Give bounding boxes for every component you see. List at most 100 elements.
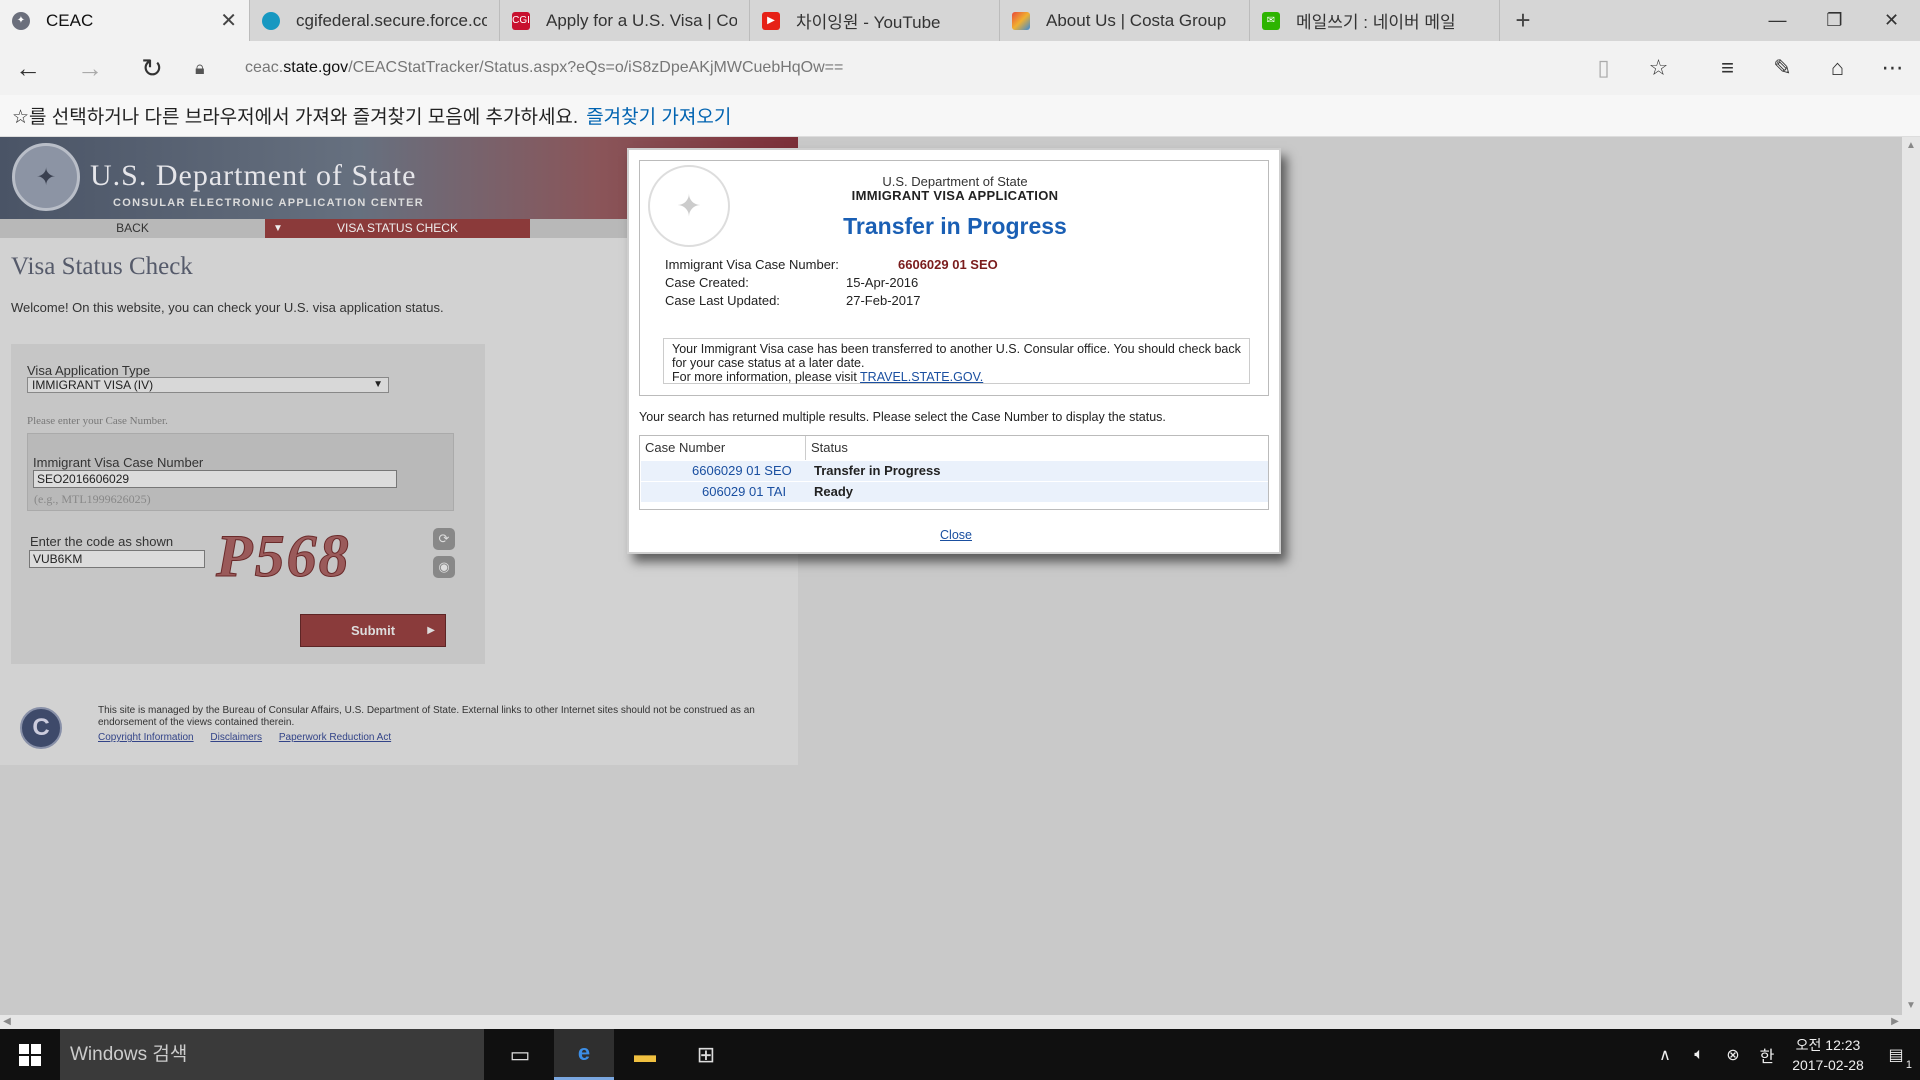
tab-naver-mail[interactable]: ✉ 메일쓰기 : 네이버 메일	[1250, 0, 1500, 41]
submit-button[interactable]: Submit ▶	[300, 614, 446, 647]
back-button[interactable]: ←	[2, 41, 54, 95]
windows-logo-icon	[19, 1043, 41, 1066]
import-favorites-link[interactable]: 즐겨찾기 가져오기	[586, 102, 731, 129]
close-tab-icon[interactable]: ✕	[220, 8, 237, 33]
chevron-down-icon: ▼	[373, 379, 383, 390]
notification-count: 1	[1905, 1058, 1912, 1071]
url-domain: state.gov	[283, 59, 349, 76]
url-path: /CEACStatTracker/Status.aspx?eQs=o/iS8zD…	[348, 59, 844, 76]
case-number-header: Case Number	[645, 440, 726, 455]
audio-captcha-icon[interactable]: ◉	[433, 556, 455, 578]
new-tab-button[interactable]: +	[1500, 0, 1546, 41]
welcome-text: Welcome! On this website, you can check …	[11, 300, 444, 315]
start-button[interactable]	[0, 1029, 60, 1080]
tab-title: cgifederal.secure.force.com	[296, 10, 487, 30]
clock[interactable]: 오전 12:23 2017-02-28	[1784, 1035, 1872, 1075]
tab-title: 차이잉원 - YouTube	[796, 13, 941, 32]
captcha-input[interactable]: VUB6KM	[29, 550, 205, 568]
costa-icon	[1012, 11, 1030, 30]
site-dept-title: U.S. Department of State	[90, 159, 417, 192]
navigation-bar: ← → ↻ 🔒︎ ceac. state.gov/CEACStatTracker/…	[0, 41, 1920, 95]
case-updated-label: Case Last Updated:	[665, 293, 780, 308]
refresh-button[interactable]: ↻	[126, 41, 178, 95]
case-number-label: Immigrant Visa Case Number:	[665, 257, 839, 272]
window-controls: — ❐ ✕	[1749, 0, 1920, 41]
site-center-name: CONSULAR ELECTRONIC APPLICATION CENTER	[113, 197, 424, 209]
reading-view-icon[interactable]: ▯	[1576, 55, 1631, 81]
toolbar-right: ▯ ☆ ≡ ✎ ⌂ ⋯	[1576, 41, 1920, 95]
web-note-icon[interactable]: ✎	[1755, 55, 1810, 81]
travel-state-gov-link[interactable]: TRAVEL.STATE.GOV.	[860, 370, 983, 384]
share-icon[interactable]: ⌂	[1810, 55, 1865, 81]
action-center-icon[interactable]: ▤ 1	[1872, 1045, 1920, 1071]
copyright-link[interactable]: Copyright Information	[98, 732, 194, 743]
case-number-link[interactable]: 606029 01 TAI	[702, 482, 786, 502]
horizontal-scrollbar[interactable]: ◀ ▶	[0, 1015, 1920, 1029]
file-explorer-icon[interactable]: ▬	[615, 1029, 675, 1080]
hub-icon[interactable]: ≡	[1700, 55, 1755, 81]
visa-type-select[interactable]: IMMIGRANT VISA (IV) ▼	[27, 377, 389, 393]
store-icon[interactable]: ⊞	[676, 1029, 736, 1080]
clock-date: 2017-02-28	[1792, 1056, 1864, 1073]
chevron-up-icon[interactable]: ∧	[1648, 1045, 1682, 1065]
vertical-scrollbar[interactable]: ▲ ▼	[1902, 137, 1920, 1015]
address-bar[interactable]: 🔒︎ ceac. state.gov/CEACStatTracker/Status…	[195, 41, 1535, 95]
forward-button[interactable]: →	[64, 41, 116, 95]
row-status: Transfer in Progress	[814, 463, 941, 478]
captcha-label: Enter the code as shown	[30, 534, 174, 549]
close-modal-link[interactable]: Close	[629, 528, 1283, 542]
tab-cgifederal[interactable]: cgifederal.secure.force.com	[250, 0, 500, 41]
header-divider	[805, 436, 806, 460]
taskbar-search[interactable]: Windows 검색	[60, 1029, 484, 1080]
scroll-up-icon[interactable]: ▲	[1902, 137, 1920, 155]
more-info-text: For more information, please visit	[672, 370, 857, 384]
tab-costa[interactable]: About Us | Costa Group	[1000, 0, 1250, 41]
refresh-captcha-icon[interactable]: ⟳	[433, 528, 455, 550]
case-number-input[interactable]: SEO2016606029	[33, 470, 397, 488]
scroll-down-icon[interactable]: ▼	[1902, 997, 1920, 1015]
nav-visa-status-check[interactable]: ▼ VISA STATUS CHECK	[265, 219, 530, 238]
minimize-button[interactable]: —	[1749, 0, 1806, 41]
scroll-left-icon[interactable]: ◀	[0, 1015, 14, 1029]
status-modal: ✦ U.S. Department of State IMMIGRANT VIS…	[627, 148, 1281, 554]
url-prefix: ceac.	[245, 59, 284, 76]
site-footer: C This site is managed by the Bureau of …	[0, 697, 798, 765]
captcha-image: P568	[216, 523, 351, 589]
cloud-icon	[262, 11, 280, 30]
status-header: Status	[811, 440, 848, 455]
favorite-star-icon[interactable]: ☆	[1631, 55, 1686, 81]
tab-youtube[interactable]: ▶ 차이잉원 - YouTube	[750, 0, 1000, 41]
system-tray: ∧ 🔈︎ ⊗ 한 오전 12:23 2017-02-28 ▤ 1	[1648, 1029, 1920, 1080]
paperwork-link[interactable]: Paperwork Reduction Act	[279, 732, 391, 743]
network-icon[interactable]: ⊗	[1716, 1045, 1750, 1065]
case-number-link[interactable]: 6606029 01 SEO	[692, 461, 792, 481]
close-window-button[interactable]: ✕	[1863, 0, 1920, 41]
favorites-bar: ☆를 선택하거나 다른 브라우저에서 가져와 즐겨찾기 모음에 추가하세요. 즐…	[0, 95, 1920, 137]
tab-title: About Us | Costa Group	[1046, 10, 1227, 30]
cgi-icon: CGI	[512, 11, 530, 30]
page-viewport: ✦ U.S. Department of State CONSULAR ELEC…	[0, 137, 1902, 1015]
nav-back-link[interactable]: BACK	[0, 219, 265, 238]
modal-org: U.S. Department of State	[882, 174, 1028, 189]
chevron-down-icon: ▼	[273, 223, 283, 234]
tab-ceac[interactable]: ✦ CEAC ✕	[0, 0, 250, 41]
status-check-form: Visa Application Type IMMIGRANT VISA (IV…	[11, 344, 485, 664]
case-updated-value: 27-Feb-2017	[846, 293, 921, 308]
edge-icon[interactable]: e	[554, 1029, 614, 1080]
restore-button[interactable]: ❐	[1806, 0, 1863, 41]
ime-indicator[interactable]: 한	[1750, 1043, 1784, 1067]
submit-label: Submit	[350, 623, 396, 638]
tab-apply-visa[interactable]: CGI Apply for a U.S. Visa | Conta	[500, 0, 750, 41]
scroll-right-icon[interactable]: ▶	[1888, 1015, 1902, 1029]
youtube-icon: ▶	[762, 11, 780, 30]
status-panel: ✦ U.S. Department of State IMMIGRANT VIS…	[639, 160, 1269, 396]
volume-icon[interactable]: 🔈︎	[1682, 1046, 1716, 1064]
disclaimers-link[interactable]: Disclaimers	[210, 732, 262, 743]
tab-bar: ✦ CEAC ✕ cgifederal.secure.force.com CGI…	[0, 0, 1920, 41]
row-status: Ready	[814, 484, 854, 499]
more-icon[interactable]: ⋯	[1865, 55, 1920, 81]
clock-time: 오전 12:23	[1795, 1036, 1861, 1053]
case-created-value: 15-Apr-2016	[846, 275, 919, 290]
task-view-icon[interactable]: ▭	[490, 1029, 550, 1080]
tab-title: CEAC	[46, 10, 94, 30]
